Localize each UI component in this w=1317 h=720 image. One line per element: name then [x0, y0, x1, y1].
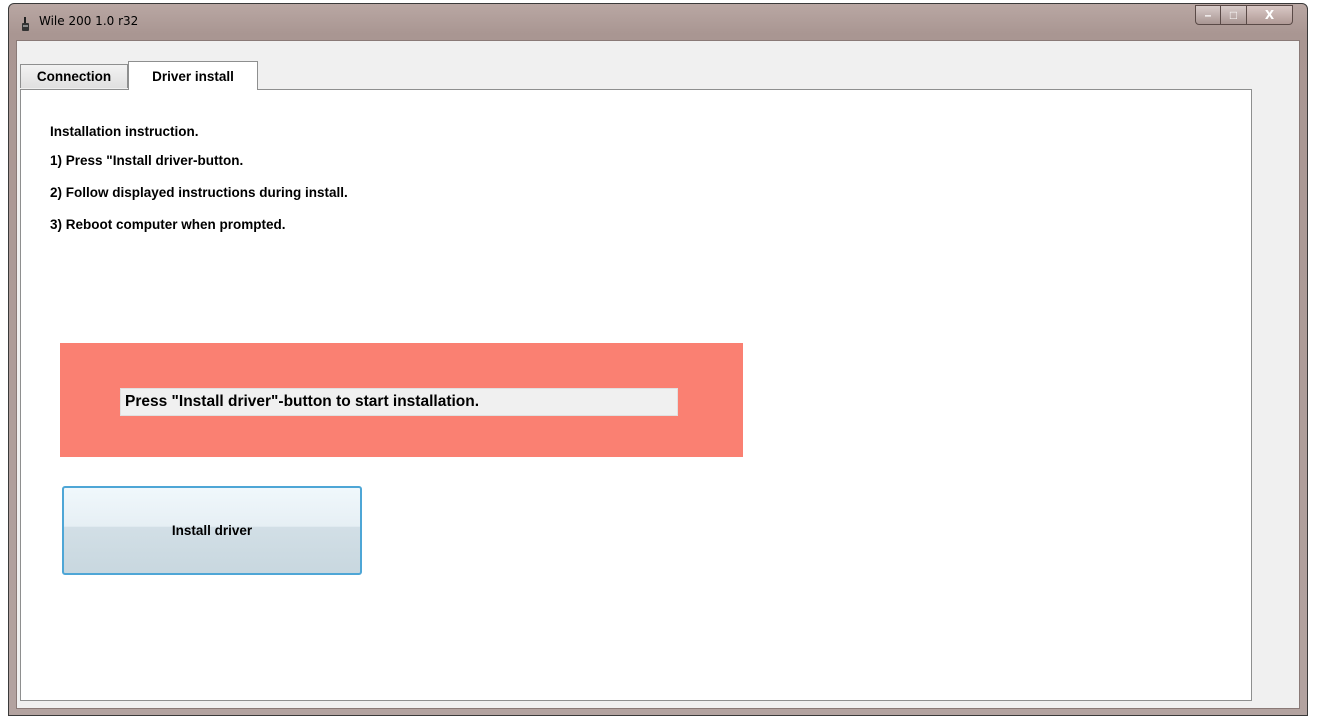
status-message: Press "Install driver"-button to start i… — [120, 388, 678, 416]
maximize-icon: □ — [1229, 8, 1238, 22]
close-icon: X — [1264, 8, 1275, 22]
tab-driver-install-label: Driver install — [152, 68, 234, 84]
status-banner: Press "Install driver"-button to start i… — [60, 343, 743, 457]
app-window: Wile 200 1.0 r32 – □ X Connection Driver… — [8, 3, 1308, 716]
client-area: Connection Driver install Installation i… — [16, 40, 1300, 709]
minimize-button[interactable]: – — [1195, 5, 1221, 25]
maximize-button[interactable]: □ — [1221, 5, 1247, 25]
instruction-step-3: 3) Reboot computer when prompted. — [50, 217, 286, 232]
instruction-step-1: 1) Press "Install driver-button. — [50, 153, 244, 168]
title-bar[interactable]: Wile 200 1.0 r32 – □ X — [9, 4, 1307, 40]
window-title: Wile 200 1.0 r32 — [39, 14, 139, 28]
instruction-step-2: 2) Follow displayed instructions during … — [50, 185, 348, 200]
close-button[interactable]: X — [1247, 5, 1293, 25]
instructions-heading: Installation instruction. — [50, 124, 199, 139]
tab-connection[interactable]: Connection — [20, 64, 128, 88]
tab-connection-label: Connection — [36, 69, 112, 84]
caption-buttons: – □ X — [1195, 5, 1293, 25]
app-icon — [22, 17, 29, 31]
driver-install-panel: Installation instruction. 1) Press "Inst… — [20, 89, 1252, 701]
tab-driver-install[interactable]: Driver install — [128, 61, 258, 90]
install-driver-button[interactable]: Install driver — [62, 486, 362, 575]
minimize-icon: – — [1204, 8, 1212, 22]
